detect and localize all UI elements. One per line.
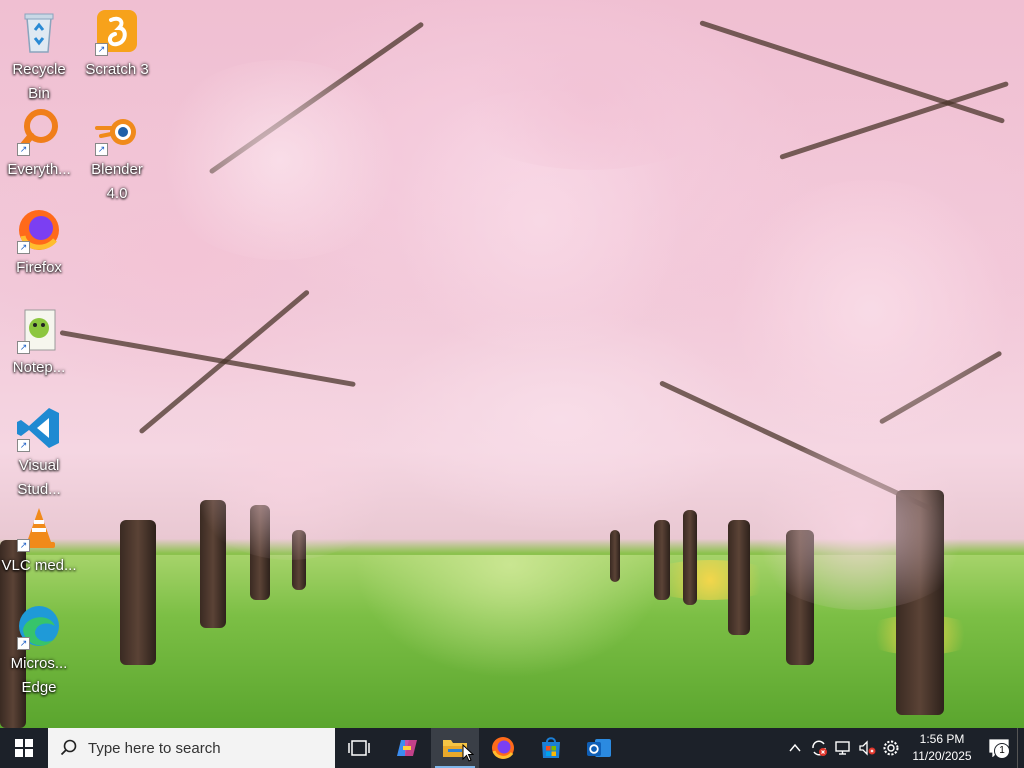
scratch-icon: ↗: [93, 8, 141, 56]
outlook-icon: [587, 739, 611, 757]
desktop-icon-label: Blender 4.0: [91, 161, 143, 202]
task-view-button[interactable]: [335, 728, 383, 768]
desktop-icon-label: Scratch 3: [85, 61, 149, 78]
everything-search-icon: ↗: [15, 108, 63, 156]
desktop-icon-scratch[interactable]: ↗ Scratch 3: [79, 8, 155, 82]
tree-trunk: [120, 520, 156, 665]
sync-error-icon: [812, 740, 827, 756]
vscode-icon: ↗: [15, 404, 63, 452]
outlook-button[interactable]: [575, 728, 623, 768]
copilot-icon: [397, 740, 417, 756]
clock-time: 1:56 PM: [919, 732, 965, 746]
tree-trunk: [654, 520, 670, 600]
firefox-icon: ↗: [15, 206, 63, 254]
sync-status-button[interactable]: [807, 728, 831, 768]
start-button[interactable]: [0, 728, 48, 768]
desktop-icon-label: Recycle Bin: [12, 61, 66, 102]
store-icon: [542, 737, 560, 758]
notification-center-button[interactable]: 1: [981, 728, 1017, 768]
vlc-icon: ↗: [15, 504, 63, 552]
blossom-cluster: [440, 20, 740, 170]
network-icon: [835, 741, 850, 755]
desktop-icon-label: Micros... Edge: [10, 655, 68, 696]
desktop-icon-label: Visual Stud...: [17, 457, 61, 498]
microsoft-store-button[interactable]: [527, 728, 575, 768]
firefox-taskbar-button[interactable]: [479, 728, 527, 768]
tree-trunk: [610, 530, 620, 582]
desktop-icon-firefox[interactable]: ↗ Firefox: [1, 206, 77, 280]
desktop-icon-edge[interactable]: ↗ Micros... Edge: [1, 602, 77, 700]
network-button[interactable]: [831, 728, 855, 768]
blossom-cluster: [150, 60, 410, 260]
taskbar-clock[interactable]: 1:56 PM 11/20/2025: [903, 731, 981, 765]
search-icon: [60, 739, 77, 756]
desktop-icon-label: VLC med...: [1, 557, 77, 574]
desktop-icon-vlc[interactable]: ↗ VLC med...: [1, 504, 77, 578]
tree-branch: [699, 20, 1006, 124]
show-hidden-icons-button[interactable]: [783, 728, 807, 768]
volume-muted-icon: [859, 740, 876, 756]
tree-branch: [779, 80, 1010, 160]
edge-icon: ↗: [15, 602, 63, 650]
blossom-cluster: [720, 180, 1020, 440]
desktop-icon-label: Everyth...: [7, 161, 71, 178]
gear-icon: [883, 740, 899, 756]
desktop-icon-notepad-plus-plus[interactable]: ↗ Notep...: [1, 306, 77, 380]
search-placeholder: Type here to search: [88, 739, 221, 757]
notepad-plus-plus-icon: ↗: [15, 306, 63, 354]
taskbar: Type here to search 1:56 PM 11/20/2025 1: [0, 728, 1024, 768]
volume-button[interactable]: [855, 728, 879, 768]
windows-logo-icon: [15, 739, 33, 757]
mouse-cursor-icon: [462, 744, 474, 762]
firefox-icon: [492, 737, 514, 759]
copilot-button[interactable]: [383, 728, 431, 768]
blossom-cluster: [180, 380, 400, 560]
notification-count-badge: 1: [994, 743, 1010, 759]
show-desktop-button[interactable]: [1017, 728, 1024, 768]
desktop-icon-blender[interactable]: ↗ Blender 4.0: [79, 108, 155, 206]
recycle-bin-icon: [15, 8, 63, 56]
blossom-cluster: [740, 440, 980, 610]
desktop-icon-label: Notep...: [12, 359, 66, 376]
blender-icon: ↗: [93, 108, 141, 156]
tree-trunk: [683, 510, 697, 605]
desktop-icon-everything[interactable]: ↗ Everyth...: [1, 108, 77, 182]
desktop-icon-vscode[interactable]: ↗ Visual Stud...: [1, 404, 77, 502]
system-tray: 1:56 PM 11/20/2025 1: [783, 728, 1024, 768]
taskbar-search-box[interactable]: Type here to search: [48, 728, 335, 768]
task-view-icon: [348, 740, 370, 756]
settings-tray-button[interactable]: [879, 728, 903, 768]
clock-date: 11/20/2025: [912, 749, 972, 763]
desktop-icon-label: Firefox: [16, 259, 62, 276]
desktop-icon-recycle-bin[interactable]: Recycle Bin: [1, 8, 77, 106]
chevron-up-icon: [789, 743, 801, 752]
